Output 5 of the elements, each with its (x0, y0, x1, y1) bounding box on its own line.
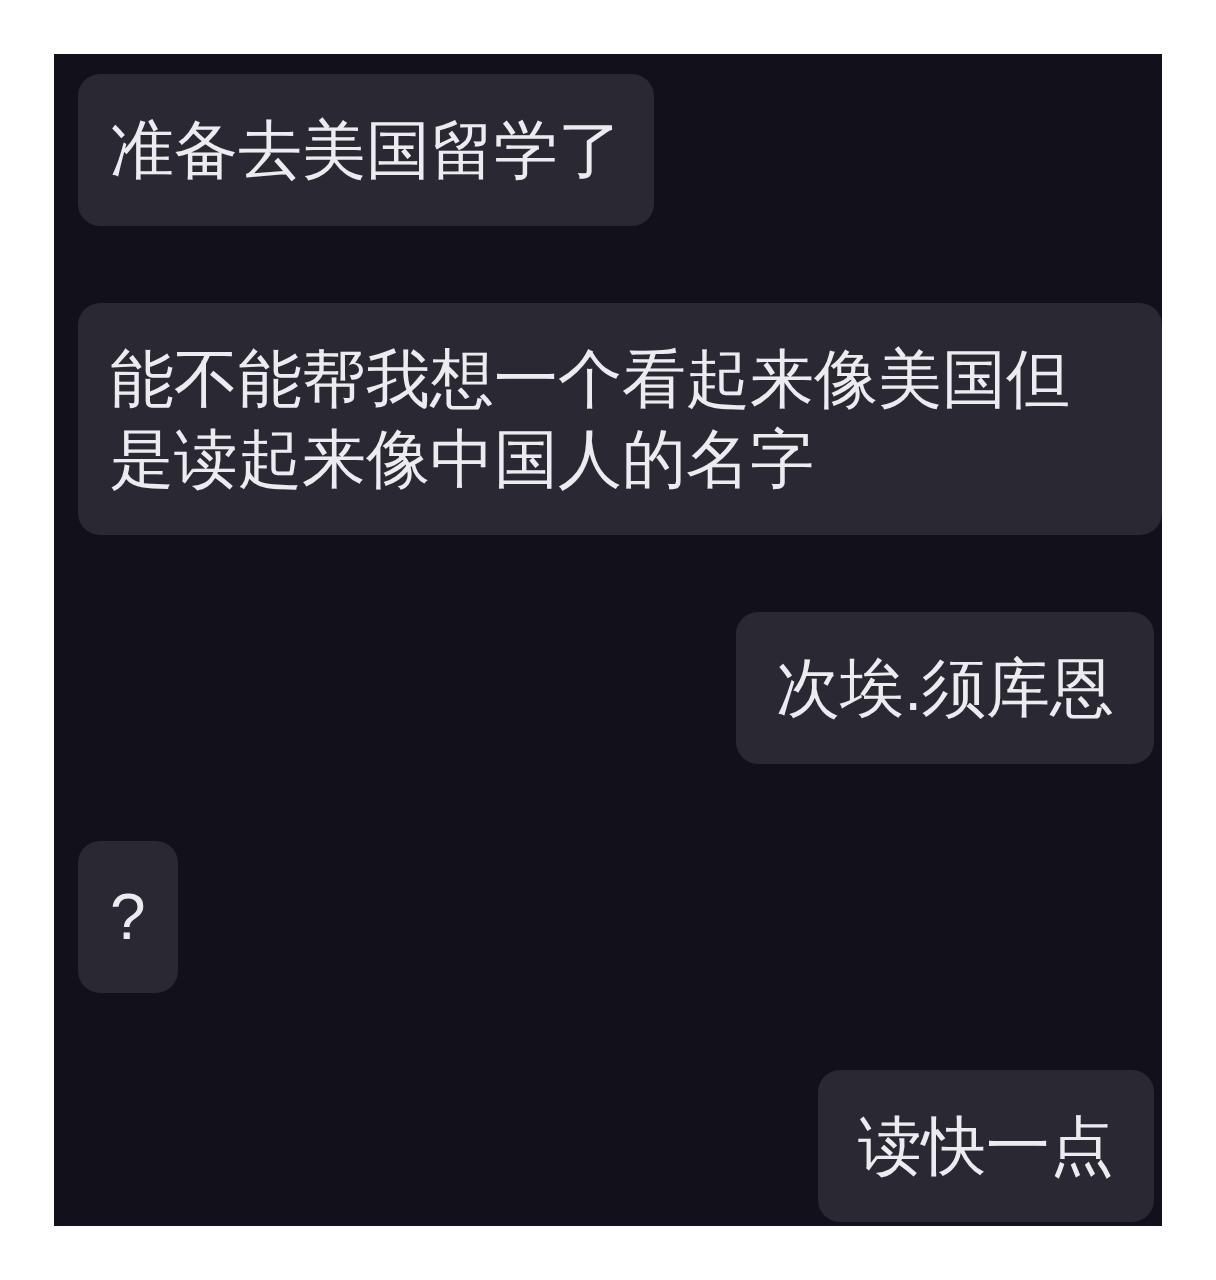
outgoing-message-bubble: 次埃.须库恩 (736, 612, 1154, 764)
outgoing-message-bubble: 读快一点 (818, 1070, 1154, 1222)
incoming-message-bubble: 能不能帮我想一个看起来像美国但是读起来像中国人的名字 (78, 303, 1162, 535)
incoming-message-bubble: 准备去美国留学了 (78, 74, 654, 226)
incoming-message-bubble: ? (78, 841, 178, 993)
